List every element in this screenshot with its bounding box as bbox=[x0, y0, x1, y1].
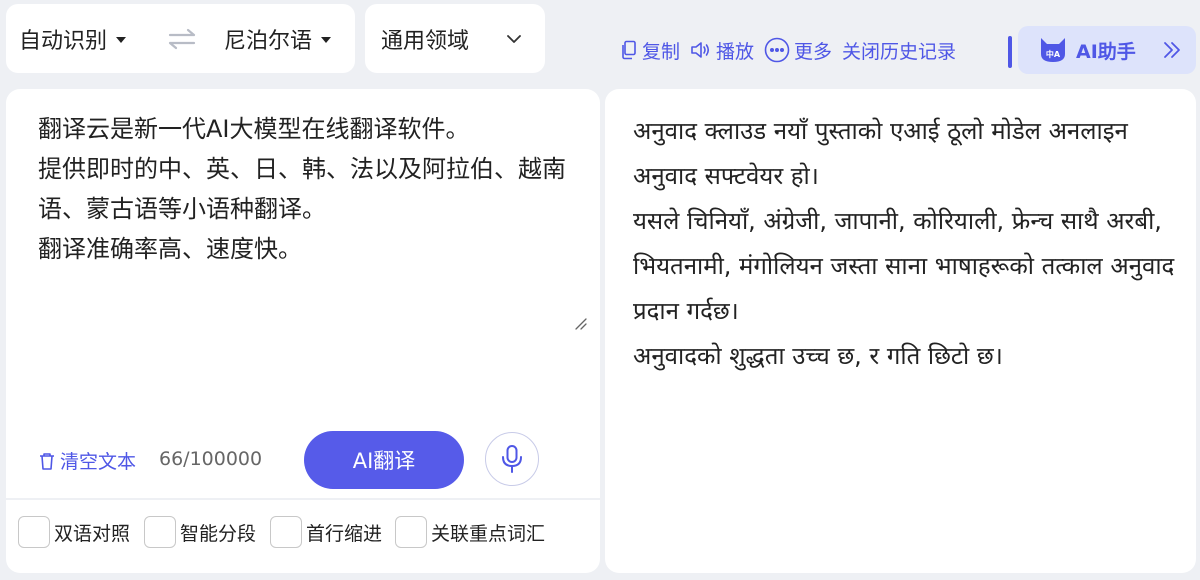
resize-handle-icon[interactable] bbox=[572, 315, 588, 331]
ai-assistant-label: AI助手 bbox=[1076, 40, 1136, 63]
copy-button[interactable]: 复制 bbox=[620, 37, 680, 64]
caret-down-icon bbox=[116, 37, 127, 43]
option-label: 智能分段 bbox=[180, 522, 257, 545]
chevron-down-icon bbox=[507, 35, 521, 43]
copy-icon bbox=[622, 40, 636, 60]
bilingual-checkbox[interactable] bbox=[18, 516, 50, 548]
target-language-select[interactable]: 尼泊尔语 bbox=[224, 4, 332, 73]
key-terms-checkbox[interactable] bbox=[395, 516, 427, 548]
domain-select[interactable]: 通用领域 bbox=[365, 4, 545, 73]
ai-badge-text: 中A bbox=[1046, 49, 1061, 59]
clear-text-label: 清空文本 bbox=[60, 451, 137, 473]
option-label: 首行缩进 bbox=[306, 522, 383, 545]
close-history-button[interactable]: 关闭历史记录 bbox=[842, 37, 956, 64]
ai-assistant-button[interactable]: 中A AI助手 bbox=[1018, 26, 1196, 74]
target-language-label: 尼泊尔语 bbox=[224, 28, 313, 54]
option-key-terms[interactable]: 关联重点词汇 bbox=[395, 516, 545, 548]
more-dots-icon bbox=[764, 37, 790, 63]
option-smart-paragraph[interactable]: 智能分段 bbox=[144, 516, 256, 548]
option-first-line-indent[interactable]: 首行缩进 bbox=[270, 516, 382, 548]
option-label: 双语对照 bbox=[54, 522, 131, 545]
play-label: 播放 bbox=[716, 40, 755, 63]
target-panel: अनुवाद क्लाउड नयाँ पुस्ताको एआई ठूलो मोड… bbox=[605, 89, 1196, 573]
character-count: 66/100000 bbox=[159, 448, 263, 470]
speaker-icon bbox=[691, 42, 710, 58]
source-language-select[interactable]: 自动识别 bbox=[19, 4, 127, 73]
source-panel: 翻译云是新一代AI大模型在线翻译软件。 提供即时的中、英、日、韩、法以及阿拉伯、… bbox=[6, 89, 600, 573]
first-line-indent-checkbox[interactable] bbox=[270, 516, 302, 548]
source-language-label: 自动识别 bbox=[19, 28, 108, 54]
play-button[interactable]: 播放 bbox=[690, 37, 754, 64]
ai-translate-button[interactable]: AI翻译 bbox=[304, 431, 464, 489]
clear-text-button[interactable]: 清空文本 bbox=[38, 447, 136, 474]
source-text-input[interactable]: 翻译云是新一代AI大模型在线翻译软件。 提供即时的中、英、日、韩、法以及阿拉伯、… bbox=[38, 109, 578, 269]
copy-label: 复制 bbox=[642, 40, 681, 63]
toolbar-divider bbox=[1008, 36, 1012, 68]
option-label: 关联重点词汇 bbox=[431, 522, 546, 545]
result-toolbar: 复制 播放 更多 关闭历史记录 bbox=[620, 30, 966, 70]
translation-options: 双语对照 智能分段 首行缩进 关联重点词汇 bbox=[6, 498, 600, 573]
more-button[interactable]: 更多 bbox=[764, 37, 832, 64]
double-chevron-right-icon bbox=[1164, 42, 1180, 58]
ai-assistant-logo-icon: 中A bbox=[1041, 38, 1065, 62]
more-label: 更多 bbox=[794, 40, 833, 63]
smart-paragraph-checkbox[interactable] bbox=[144, 516, 176, 548]
swap-languages-icon[interactable] bbox=[164, 24, 200, 54]
domain-label: 通用领域 bbox=[381, 28, 470, 54]
language-bar: 自动识别 尼泊尔语 bbox=[6, 4, 355, 73]
option-bilingual[interactable]: 双语对照 bbox=[18, 516, 130, 548]
trash-icon bbox=[40, 452, 54, 470]
caret-down-icon bbox=[321, 37, 332, 43]
close-history-label: 关闭历史记录 bbox=[842, 40, 957, 63]
translate-button-label: AI翻译 bbox=[352, 449, 416, 473]
translation-result-text: अनुवाद क्लाउड नयाँ पुस्ताको एआई ठूलो मोड… bbox=[633, 117, 1175, 370]
voice-input-button[interactable] bbox=[485, 432, 539, 486]
microphone-icon bbox=[502, 445, 522, 473]
